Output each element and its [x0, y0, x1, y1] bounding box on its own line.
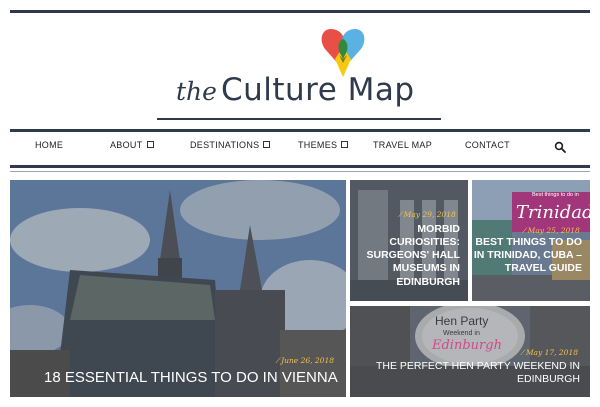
site-logo-text[interactable]: the Culture Map: [176, 72, 415, 108]
logo-prefix: the: [176, 77, 217, 106]
nav-label: CONTACT: [465, 140, 510, 150]
nav-label: THEMES: [298, 140, 338, 150]
post-date: ⁄ May 17, 2018: [522, 348, 578, 357]
logo-underline: [157, 118, 441, 120]
image-caption-small: Best things to do in: [532, 192, 579, 198]
nav-bottom-thin-divider: [10, 171, 590, 172]
nav-item-about[interactable]: ABOUT: [110, 140, 154, 150]
nav-label: DESTINATIONS: [190, 140, 260, 150]
post-surgeons-hall[interactable]: ⁄ May 29, 2018 MORBID CURIOSITIES: SURGE…: [350, 180, 468, 301]
map-pin-hearts-logo-icon[interactable]: [317, 25, 369, 79]
post-title[interactable]: THE PERFECT HEN PARTY WEEKEND IN EDINBUR…: [360, 360, 580, 386]
post-date-text: June 26, 2018: [281, 356, 334, 365]
post-title[interactable]: BEST THINGS TO DO IN TRINIDAD, CUBA – TR…: [472, 236, 582, 275]
dropdown-icon: [263, 141, 271, 149]
nav-item-contact[interactable]: CONTACT: [465, 140, 510, 150]
dropdown-icon: [146, 141, 154, 149]
post-date: ⁄ May 29, 2018: [400, 210, 456, 219]
image-caption-title: Hen Party: [435, 314, 489, 328]
nav-label: TRAVEL MAP: [373, 140, 433, 150]
nav-label: ABOUT: [110, 140, 143, 150]
post-trinidad[interactable]: Best things to do in Trinidad ⁄ May 25, …: [472, 180, 590, 301]
featured-post-vienna[interactable]: ⁄ June 26, 2018 18 ESSENTIAL THINGS TO D…: [10, 180, 346, 397]
nav-item-home[interactable]: HOME: [35, 140, 63, 150]
post-hen-party[interactable]: Hen Party Weekend in Edinburgh ⁄ May 17,…: [350, 306, 590, 397]
nav-label: HOME: [35, 140, 64, 150]
post-date-text: May 17, 2018: [525, 348, 578, 357]
image-caption-script: Trinidad: [516, 202, 590, 223]
nav-item-themes[interactable]: THEMES: [298, 140, 349, 150]
top-divider: [10, 10, 590, 13]
nav-item-destinations[interactable]: DESTINATIONS: [190, 140, 271, 150]
post-date: ⁄ June 26, 2018: [277, 356, 334, 365]
image-caption-script: Edinburgh: [432, 338, 502, 353]
post-title[interactable]: MORBID CURIOSITIES: SURGEONS' HALL MUSEU…: [352, 223, 460, 289]
nav-bottom-divider: [10, 165, 590, 168]
nav-item-travel-map[interactable]: TRAVEL MAP: [373, 140, 432, 150]
post-date: ⁄ May 25, 2018: [524, 226, 580, 235]
logo-name: Culture Map: [220, 72, 415, 108]
post-date-text: May 25, 2018: [527, 226, 580, 235]
dropdown-icon: [341, 141, 349, 149]
nav-top-divider: [10, 129, 590, 132]
main-navigation: HOME ABOUT DESTINATIONS THEMES TRAVEL MA…: [0, 140, 600, 158]
post-date-text: May 29, 2018: [403, 210, 456, 219]
search-icon[interactable]: [554, 141, 566, 153]
image-caption-sub: Weekend in: [443, 330, 480, 337]
post-title[interactable]: 18 ESSENTIAL THINGS TO DO IN VIENNA: [44, 369, 338, 388]
